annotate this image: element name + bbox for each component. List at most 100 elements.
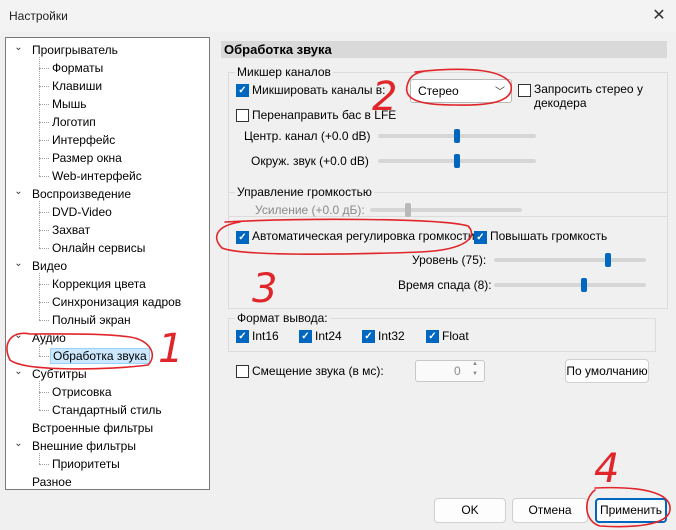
float-checkbox[interactable]: ✓ — [426, 330, 439, 343]
tree-item[interactable]: Интерфейс — [50, 131, 117, 149]
tree-item[interactable]: Встроенные фильтры — [30, 419, 155, 437]
chevron-down-icon[interactable]: ⌄ — [13, 366, 24, 377]
tree-connector — [39, 122, 49, 123]
boost-label: Повышать громкость — [490, 229, 608, 243]
boost-checkbox[interactable]: ✓ — [474, 231, 487, 244]
tree-connector — [39, 140, 49, 141]
gain-label: Усиление (+0.0 дБ): — [255, 203, 365, 217]
mix-channels-select[interactable]: Стерео ﹀ — [410, 79, 512, 103]
cancel-button[interactable]: Отмена — [512, 498, 588, 523]
close-icon[interactable]: ✕ — [646, 3, 672, 29]
tree-item[interactable]: Стандартный стиль — [50, 401, 164, 419]
mix-channels-label: Микшировать каналы в: — [252, 83, 386, 97]
tree-item[interactable]: Форматы — [50, 59, 105, 77]
mixer-group-title: Микшер каналов — [235, 65, 333, 79]
tree-item[interactable]: Логотип — [50, 113, 98, 131]
surround-label: Окруж. звук (+0.0 dB) — [251, 154, 369, 168]
audio-offset-stepper[interactable]: 0 ▲ ▼ — [415, 360, 485, 382]
tree-connector — [39, 104, 49, 105]
stepper-down-icon[interactable]: ▼ — [472, 369, 478, 379]
tree-item-label: Синхронизация кадров — [52, 295, 182, 309]
tree-item-label: Приоритеты — [52, 457, 120, 471]
defaults-button[interactable]: По умолчанию — [565, 359, 649, 383]
chevron-down-icon[interactable]: ⌄ — [13, 330, 24, 341]
ok-button[interactable]: OK — [434, 498, 506, 523]
tree-connector — [39, 356, 49, 357]
tree-item[interactable]: Видео — [30, 257, 69, 275]
tree-connector — [39, 392, 49, 393]
window-title: Настройки — [9, 9, 68, 23]
tree-item[interactable]: Онлайн сервисы — [50, 239, 147, 257]
center-channel-slider-thumb[interactable] — [454, 129, 460, 143]
settings-tree[interactable]: Проигрыватель ⌄ Форматы Клавиши Мышь Логотип И… — [5, 37, 210, 490]
tree-item-label: Коррекция цвета — [52, 277, 146, 291]
agc-checkbox[interactable]: ✓ — [236, 231, 249, 244]
int16-checkbox[interactable]: ✓ — [236, 330, 249, 343]
level-slider-thumb[interactable] — [605, 253, 611, 267]
tree-item[interactable]: Размер окна — [50, 149, 124, 167]
audio-offset-label: Смещение звука (в мс): — [252, 364, 384, 378]
tree-item-label: Мышь — [52, 97, 87, 111]
request-stereo-checkbox[interactable] — [518, 84, 531, 97]
tree-item[interactable]: Коррекция цвета — [50, 275, 148, 293]
tree-connector — [39, 273, 40, 320]
tree-connector — [39, 201, 40, 248]
surround-slider-thumb[interactable] — [454, 154, 460, 168]
tree-item[interactable]: Web-интерфейс — [50, 167, 144, 185]
chevron-down-icon: ﹀ — [495, 87, 505, 98]
tree-item[interactable]: Аудио — [30, 329, 68, 347]
stepper-up-icon[interactable]: ▲ — [472, 359, 478, 369]
tree-item-label: Полный экран — [52, 313, 131, 327]
int24-label: Int24 — [315, 329, 342, 343]
chevron-down-icon[interactable]: ⌄ — [13, 258, 24, 269]
tree-connector — [39, 86, 49, 87]
int32-checkbox[interactable]: ✓ — [362, 330, 375, 343]
agc-label: Автоматическая регулировка громкости — [252, 229, 475, 243]
mix-channels-value: Стерео — [418, 84, 459, 98]
tree-item[interactable]: Полный экран — [50, 311, 133, 329]
apply-button[interactable]: Применить — [595, 498, 667, 523]
lfe-label: Перенаправить бас в LFE — [252, 108, 397, 122]
chevron-down-icon[interactable]: ⌄ — [13, 186, 24, 197]
tree-connector — [39, 320, 49, 321]
release-slider-thumb[interactable] — [580, 278, 587, 292]
tree-item-label: Логотип — [52, 115, 96, 129]
tree-item-label: Отрисовка — [52, 385, 112, 399]
tree-item[interactable]: Проигрыватель — [30, 41, 120, 59]
audio-offset-checkbox[interactable] — [236, 365, 249, 378]
tree-item[interactable]: Отрисовка — [50, 383, 114, 401]
tree-item[interactable]: DVD-Video — [50, 203, 114, 221]
tree-item[interactable]: Клавиши — [50, 77, 104, 95]
release-slider[interactable] — [494, 283, 646, 287]
tree-item[interactable]: Обработка звука — [50, 347, 150, 365]
tree-item[interactable]: Воспроизведение — [30, 185, 133, 203]
output-format-group-title: Формат вывода: — [235, 311, 330, 325]
tree-item-label: Онлайн сервисы — [52, 241, 146, 255]
chevron-down-icon[interactable]: ⌄ — [13, 42, 24, 53]
tree-item-label: Захват — [52, 223, 91, 237]
level-label: Уровень (75): — [412, 253, 487, 267]
tree-item-label: Видео — [32, 259, 68, 273]
chevron-down-icon[interactable]: ⌄ — [13, 438, 24, 449]
tree-item-label: Форматы — [52, 61, 104, 75]
tree-item-label: Интерфейс — [52, 133, 116, 147]
tree-connector — [39, 212, 49, 213]
lfe-checkbox[interactable] — [236, 109, 249, 122]
tree-connector — [39, 176, 49, 177]
audio-processing-panel: Обработка звука Микшер каналов ✓ Микширо… — [218, 37, 671, 490]
level-slider[interactable] — [494, 258, 646, 262]
tree-item[interactable]: Мышь — [50, 95, 89, 113]
tree-item[interactable]: Внешние фильтры — [30, 437, 138, 455]
tree-connector — [39, 464, 49, 465]
tree-item[interactable]: Синхронизация кадров — [50, 293, 183, 311]
tree-connector — [39, 248, 49, 249]
mix-channels-checkbox[interactable]: ✓ — [236, 84, 249, 97]
tree-connector — [39, 284, 49, 285]
tree-item[interactable]: Захват — [50, 221, 92, 239]
tree-item-label: Аудио — [32, 331, 66, 345]
tree-item[interactable]: Разное — [30, 473, 74, 491]
page-title: Обработка звука — [221, 41, 667, 58]
tree-item-label: Обработка звука — [50, 348, 150, 364]
int24-checkbox[interactable]: ✓ — [299, 330, 312, 343]
tree-item[interactable]: Приоритеты — [50, 455, 122, 473]
